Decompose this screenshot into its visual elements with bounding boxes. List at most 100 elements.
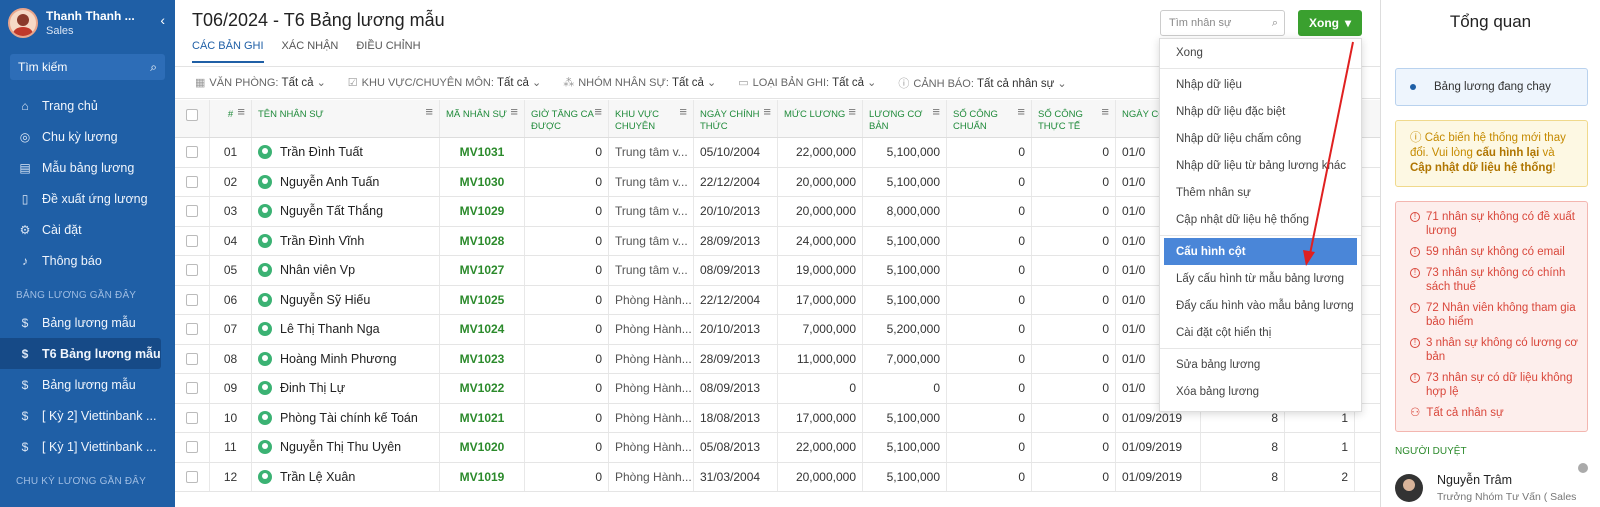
warning-item[interactable]: ! 71 nhân sự không có đề xuất lương (1410, 210, 1579, 238)
nav-settings[interactable]: ⚙ Cài đặt (0, 214, 175, 245)
status-dot-icon (1410, 84, 1416, 90)
person-icon (258, 174, 272, 189)
nav-payroll-template[interactable]: ▤ Mẫu bảng lương (0, 152, 175, 183)
row-checkbox[interactable] (175, 226, 210, 255)
employee-name[interactable]: Nguyễn Tất Thắng (280, 204, 383, 218)
recent-payroll-item[interactable]: $ [ Kỳ 1] Viettinbank ... (0, 431, 175, 462)
menu-item-display-columns[interactable]: Cài đặt cột hiển thị (1160, 319, 1361, 346)
menu-item-edit-payroll[interactable]: Sửa bảng lương (1160, 351, 1361, 378)
warning-item[interactable]: ! 72 Nhân viên không tham gia bảo hiểm (1410, 301, 1579, 329)
nav-payroll-cycle[interactable]: ◎ Chu kỳ lương (0, 121, 175, 152)
row-checkbox[interactable] (175, 433, 210, 462)
employee-name[interactable]: Nhân viên Vp (280, 263, 355, 277)
filter-warning[interactable]: ⓘ CẢNH BÁO: Tất cả nhân sự ⌄ (898, 75, 1066, 91)
col-header-salary[interactable]: MỨC LƯƠNG (778, 100, 863, 137)
tab-confirm[interactable]: XÁC NHẬN (282, 40, 339, 63)
filter-record-type[interactable]: ▭ LOẠI BẢN GHI: Tất cả ⌄ (738, 76, 876, 89)
employee-name[interactable]: Nguyễn Sỹ Hiếu (280, 293, 370, 307)
employee-name[interactable]: Đinh Thị Lự (280, 381, 345, 395)
update-system-data-link[interactable]: Cập nhật dữ liệu hệ thống (1410, 162, 1553, 174)
table-row[interactable]: 12 Trần Lệ Xuân MV1019 0 Phòng Hành... 31/03/… (175, 462, 1380, 492)
row-checkbox[interactable] (175, 462, 210, 491)
col-header-code[interactable]: MÃ NHÂN SỰ (440, 100, 525, 137)
col-header-index[interactable]: # (210, 100, 252, 137)
menu-item-push-config-to-template[interactable]: Đẩy cấu hình vào mẫu bảng lương (1160, 292, 1361, 319)
menu-item-get-config-from-template[interactable]: Lấy cấu hình từ mẫu bảng lương (1160, 265, 1361, 292)
nav-salary-advance[interactable]: ▯ Đề xuất ứng lương (0, 183, 175, 214)
row-checkbox[interactable] (175, 344, 210, 373)
warning-item[interactable]: ! 3 nhân sự không có lương cơ bản (1410, 336, 1579, 364)
col-header-overtime[interactable]: GIỜ TĂNG CA ĐƯỢC (525, 100, 609, 137)
employee-name[interactable]: Trần Lệ Xuân (280, 470, 355, 484)
recent-payroll-item[interactable]: $ Bảng lương mẫu (0, 307, 175, 338)
col-header-name[interactable]: TÊN NHÂN SỰ (252, 100, 440, 137)
cell-area: Phòng Hành... (609, 315, 694, 344)
row-checkbox[interactable] (175, 197, 210, 226)
row-checkbox[interactable] (175, 256, 210, 285)
nav-home[interactable]: ⌂ Trang chủ (0, 90, 175, 121)
recent-payroll-item[interactable]: $ [ Kỳ 2] Viettinbank ... (0, 400, 175, 431)
row-checkbox[interactable] (175, 374, 210, 403)
col-header-start-date[interactable]: NGÀY CHÍNH THỨC (694, 100, 778, 137)
cell-actual-days: 0 (1032, 197, 1116, 226)
select-all-checkbox[interactable] (175, 100, 210, 137)
recent-payroll-item-active[interactable]: $ T6 Bảng lương mẫu (0, 338, 161, 369)
menu-item-import-data[interactable]: Nhập dữ liệu (1160, 71, 1361, 98)
menu-item-import-other-payroll[interactable]: Nhập dữ liệu từ bảng lương khác (1160, 152, 1361, 179)
filter-area[interactable]: ☑ KHU VỰC/CHUYÊN MÔN: Tất cả ⌄ (348, 76, 541, 89)
template-icon: ▤ (19, 160, 31, 175)
collapse-sidebar-icon[interactable]: ‹ (160, 12, 165, 28)
employee-name[interactable]: Trần Đình Vĩnh (280, 234, 364, 248)
menu-item-add-staff[interactable]: Thêm nhân sự (1160, 179, 1361, 206)
menu-item-done[interactable]: Xong (1160, 39, 1361, 66)
menu-item-import-attendance[interactable]: Nhập dữ liệu chấm công (1160, 125, 1361, 152)
filter-group[interactable]: ⁂ NHÓM NHÂN SỰ: Tất cả ⌄ (563, 76, 716, 89)
employee-name[interactable]: Hoàng Minh Phương (280, 352, 397, 366)
menu-item-delete-payroll[interactable]: Xóa bảng lương (1160, 378, 1361, 405)
table-row[interactable]: 11 Nguyễn Thị Thu Uyên MV1020 0 Phòng Hành..… (175, 433, 1380, 463)
row-checkbox[interactable] (175, 138, 210, 167)
employee-name[interactable]: Phòng Tài chính kế Toán (280, 411, 418, 425)
cell-base-salary: 5,100,000 (863, 167, 947, 196)
cell-start-date: 08/09/2013 (694, 374, 778, 403)
person-icon (258, 410, 272, 425)
employee-name[interactable]: Trần Đình Tuất (280, 145, 363, 159)
all-staff-link[interactable]: ⚇ Tất cả nhân sự (1410, 406, 1579, 420)
menu-item-import-special[interactable]: Nhập dữ liệu đặc biệt (1160, 98, 1361, 125)
menu-item-update-system-data[interactable]: Cập nhật dữ liệu hệ thống (1160, 206, 1361, 233)
row-checkbox[interactable] (175, 315, 210, 344)
cell-salary: 7,000,000 (778, 315, 863, 344)
sidebar-search[interactable]: Tìm kiếm ⌕ (10, 54, 165, 80)
cell-name: Trần Lệ Xuân (252, 462, 440, 491)
alert-icon: ! (1410, 303, 1420, 313)
row-checkbox[interactable] (175, 285, 210, 314)
employee-name[interactable]: Nguyễn Thị Thu Uyên (280, 440, 401, 454)
approver[interactable]: Nguyễn Trâm Trưởng Nhóm Tư Vấn ( Sales (1395, 473, 1600, 503)
warning-item[interactable]: ! 73 nhân sự có dữ liệu không hợp lệ (1410, 371, 1579, 399)
done-button[interactable]: Xong ▾ (1298, 10, 1362, 36)
employee-name[interactable]: Nguyễn Anh Tuấn (280, 175, 379, 189)
cell-name: Nguyễn Sỹ Hiếu (252, 285, 440, 314)
col-header-standard-days[interactable]: SỐ CÔNG CHUẨN (947, 100, 1032, 137)
row-checkbox[interactable] (175, 167, 210, 196)
col-header-area[interactable]: KHU VỰC CHUYÊN (609, 100, 694, 137)
employee-search-input[interactable]: Tìm nhân sự ⌕ (1160, 10, 1285, 36)
filter-label: CẢNH BÁO: (913, 77, 974, 90)
warning-item[interactable]: ! 73 nhân sự không có chính sách thuế (1410, 266, 1579, 294)
row-checkbox[interactable] (175, 403, 210, 432)
col-header-actual-days[interactable]: SỐ CÔNG THỰC TẾ (1032, 100, 1116, 137)
nav-notifications[interactable]: ♪ Thông báo (0, 245, 175, 276)
cell-base-salary: 5,100,000 (863, 462, 947, 491)
user-profile[interactable]: Thanh Thanh ... Sales ‹ (0, 0, 175, 46)
menu-item-column-config[interactable]: Cấu hình cột (1164, 238, 1357, 265)
warning-item[interactable]: ! 59 nhân sự không có email (1410, 245, 1579, 259)
tab-adjust[interactable]: ĐIỀU CHỈNH (356, 40, 420, 63)
nav-label: Thông báo (42, 253, 102, 268)
employee-name[interactable]: Lê Thị Thanh Nga (280, 322, 380, 336)
tab-records[interactable]: CÁC BẢN GHI (192, 40, 264, 63)
recent-payroll-item[interactable]: $ Bảng lương mẫu (0, 369, 175, 400)
reconfigure-link[interactable]: cấu hình lại (1476, 147, 1539, 159)
col-header-base-salary[interactable]: LƯƠNG CƠ BẢN (863, 100, 947, 137)
filter-office[interactable]: ▦ VĂN PHÒNG: Tất cả ⌄ (195, 76, 326, 89)
cell-start-date: 18/08/2013 (694, 403, 778, 432)
